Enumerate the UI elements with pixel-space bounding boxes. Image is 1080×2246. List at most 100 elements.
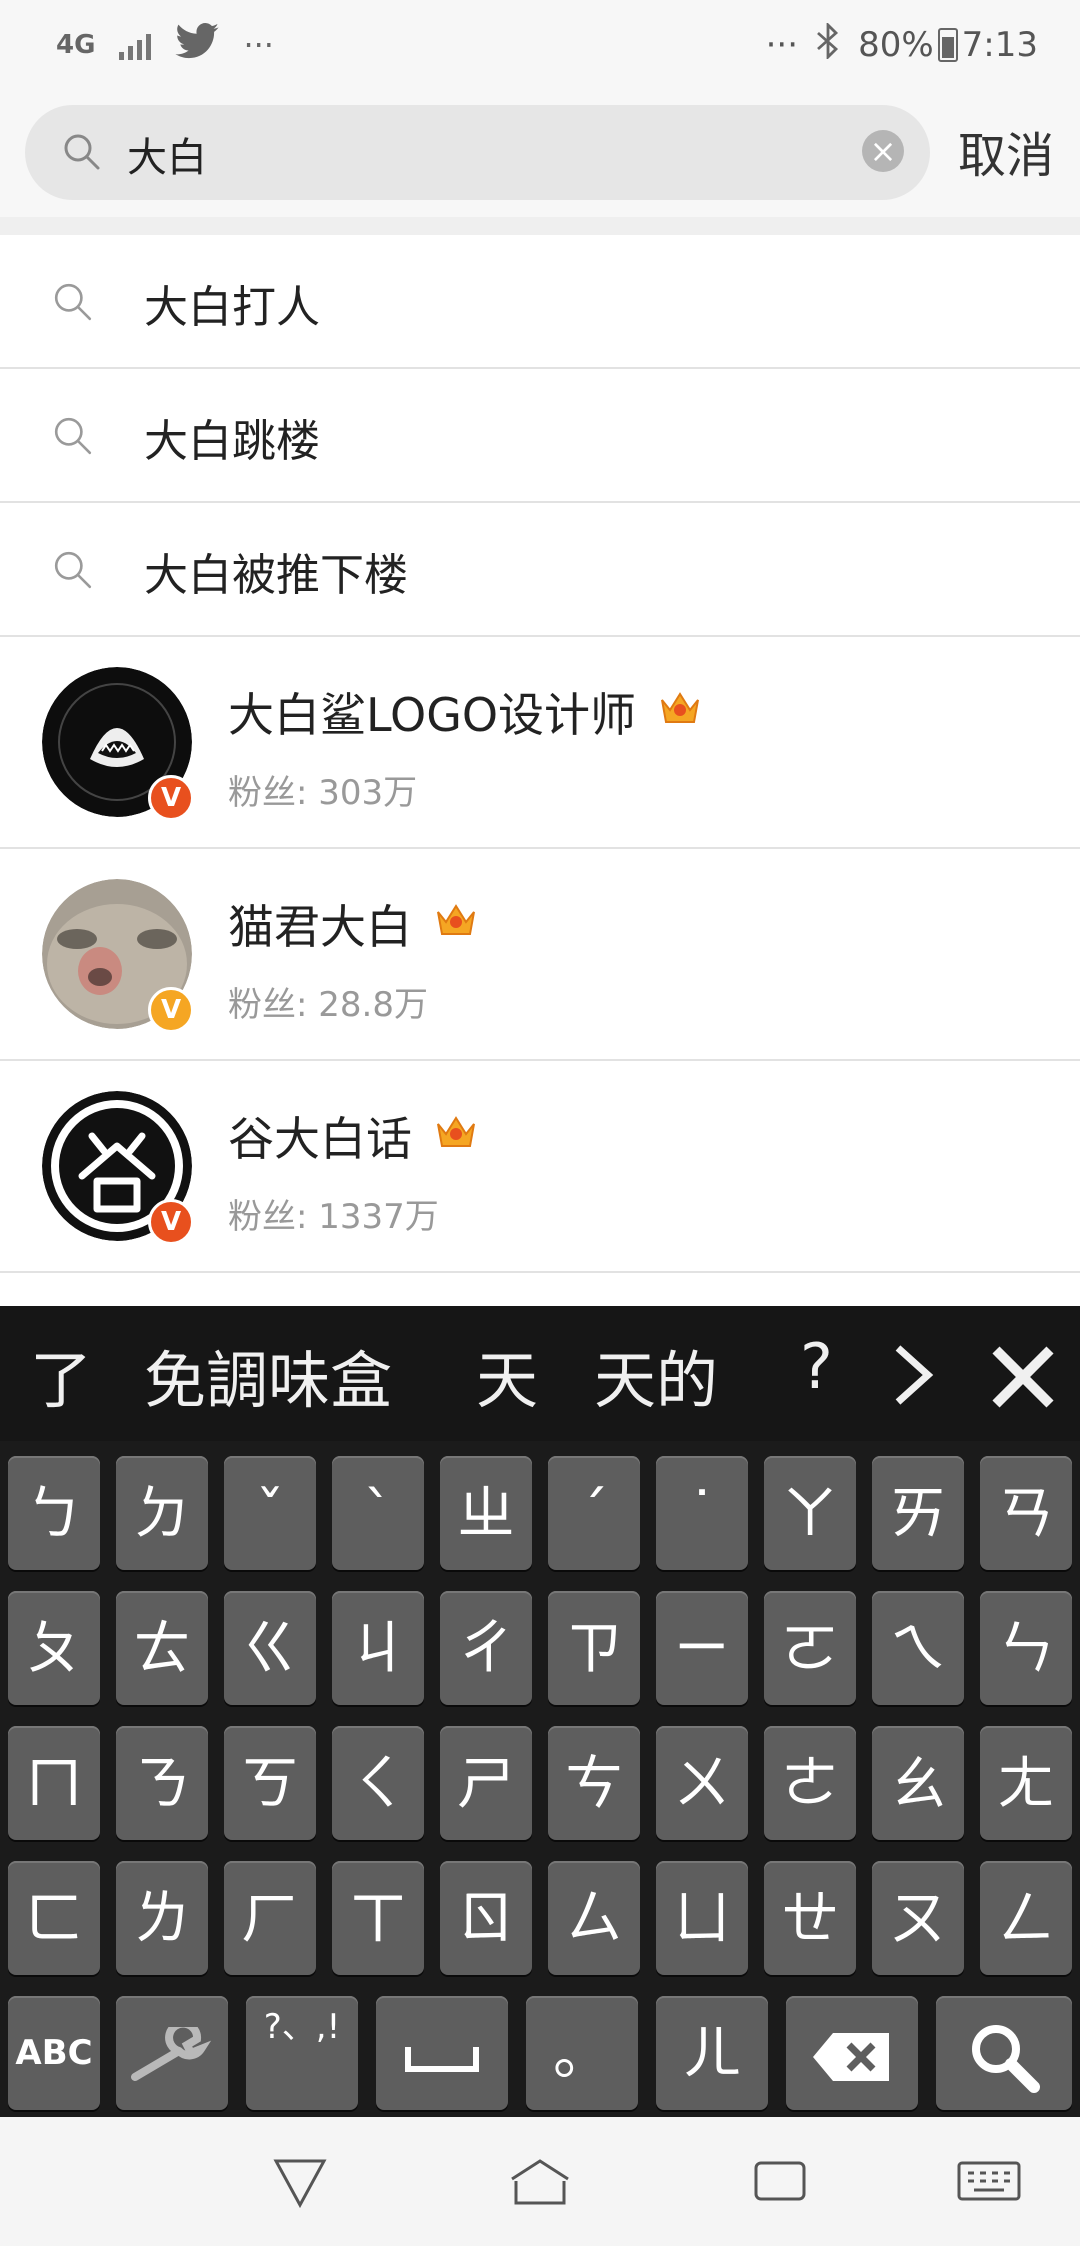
search-key-icon[interactable] (936, 1996, 1072, 2110)
key[interactable]: ㄛ (764, 1591, 856, 1705)
candidate-bar: 了 免調味盒 天 天的 ? (0, 1306, 1080, 1441)
key[interactable]: ㄈ (8, 1861, 100, 1975)
key[interactable]: ㄐ (332, 1591, 424, 1705)
home-icon[interactable] (508, 2157, 572, 2213)
crown-icon (658, 685, 702, 739)
candidate-word[interactable]: 天的 (594, 1330, 718, 1420)
cancel-button[interactable]: 取消 (958, 116, 1054, 186)
divider (0, 217, 1080, 235)
search-icon (52, 281, 94, 327)
key[interactable]: ㄥ (980, 1861, 1072, 1975)
key[interactable]: ㄆ (8, 1591, 100, 1705)
fans-count: 粉丝: 28.8万 (228, 985, 428, 1025)
key[interactable]: ㄧ (656, 1591, 748, 1705)
key[interactable]: ㄉ (116, 1456, 208, 1570)
key[interactable]: ㄒ (332, 1861, 424, 1975)
chevron-right-icon[interactable] (888, 1340, 938, 1414)
space-key[interactable] (376, 1996, 508, 2110)
key[interactable]: ㄦ (656, 1996, 768, 2110)
keyboard: 了 免調味盒 天 天的 ? ㄅ ㄉ ˇ ˋ ㄓ ˊ ˙ ㄚ ㄞ ㄢ ㄆ ㄊ ㄍ … (0, 1306, 1080, 2117)
suggestion-text: 大白被推下楼 (144, 550, 408, 601)
key[interactable]: ㄊ (116, 1591, 208, 1705)
key[interactable]: ㄇ (8, 1726, 100, 1840)
battery-percent: 80% (858, 25, 934, 65)
key[interactable]: ㄙ (548, 1861, 640, 1975)
clock: 7:13 (961, 25, 1038, 65)
key[interactable]: ㄘ (548, 1726, 640, 1840)
key[interactable]: ㄋ (116, 1726, 208, 1840)
key[interactable]: ㄗ (548, 1591, 640, 1705)
abc-key[interactable]: ABC (8, 1996, 100, 2110)
candidate-word[interactable]: 了 (30, 1330, 92, 1420)
suggestion-item[interactable]: 大白跳楼 (0, 369, 1080, 503)
user-name: 谷大白话 (228, 1112, 412, 1166)
results-list: 大白打人 大白跳楼 大白被推下楼 V 大白鲨LOGO设计师 粉丝: 303万 V… (0, 235, 1080, 1273)
status-bar: 4G ··· ··· 80% 7:13 (0, 0, 1080, 90)
key[interactable]: ㄢ (980, 1456, 1072, 1570)
key[interactable]: ㄣ (980, 1591, 1072, 1705)
key[interactable]: ㄚ (764, 1456, 856, 1570)
verified-badge-icon: V (148, 987, 194, 1033)
key[interactable]: ㄡ (872, 1861, 964, 1975)
key[interactable]: ˙ (656, 1456, 748, 1570)
search-input[interactable] (125, 115, 849, 192)
settings-wrench-icon[interactable] (116, 1996, 228, 2110)
search-header: × 取消 (0, 90, 1080, 217)
period-key[interactable]: 。 (526, 1996, 638, 2110)
crown-icon (434, 897, 478, 951)
search-bar[interactable]: × (25, 105, 930, 200)
key[interactable]: ㄕ (440, 1726, 532, 1840)
user-name: 大白鲨LOGO设计师 (228, 688, 637, 742)
key[interactable]: ㄑ (332, 1726, 424, 1840)
navigation-bar (0, 2117, 1080, 2246)
user-result[interactable]: V 谷大白话 粉丝: 1337万 (0, 1061, 1080, 1273)
key[interactable]: ㄩ (656, 1861, 748, 1975)
key[interactable]: ㄓ (440, 1456, 532, 1570)
suggestion-text: 大白打人 (144, 282, 320, 333)
candidate-word[interactable]: ? (800, 1330, 833, 1403)
keyboard-toggle-icon[interactable] (956, 2157, 1022, 2209)
key[interactable]: ㄖ (440, 1861, 532, 1975)
backspace-icon[interactable] (786, 1996, 918, 2110)
verified-badge-icon: V (148, 1199, 194, 1245)
key[interactable]: ㄏ (224, 1861, 316, 1975)
suggestion-item[interactable]: 大白被推下楼 (0, 503, 1080, 637)
key[interactable]: ㄠ (872, 1726, 964, 1840)
crown-icon (434, 1109, 478, 1163)
user-name: 猫君大白 (228, 900, 412, 954)
key[interactable]: ㄎ (224, 1726, 316, 1840)
more-notifications: ··· (243, 26, 274, 64)
key[interactable]: ㄟ (872, 1591, 964, 1705)
key[interactable]: ˋ (332, 1456, 424, 1570)
search-icon (52, 549, 94, 595)
key[interactable]: ㄔ (440, 1591, 532, 1705)
clear-search-button[interactable]: × (862, 130, 904, 172)
key[interactable]: ㄤ (980, 1726, 1072, 1840)
verified-badge-icon: V (148, 775, 194, 821)
back-icon[interactable] (272, 2157, 328, 2213)
key[interactable]: ˇ (224, 1456, 316, 1570)
suggestion-text: 大白跳楼 (144, 416, 320, 467)
user-result[interactable]: V 大白鲨LOGO设计师 粉丝: 303万 (0, 637, 1080, 849)
suggestion-item[interactable]: 大白打人 (0, 235, 1080, 369)
recent-apps-icon[interactable] (752, 2157, 808, 2209)
punctuation-key[interactable]: ?、,! (246, 1996, 358, 2110)
key[interactable]: ˊ (548, 1456, 640, 1570)
candidate-word[interactable]: 天 (476, 1330, 538, 1420)
fans-count: 粉丝: 303万 (228, 773, 418, 813)
key[interactable]: ㄅ (8, 1456, 100, 1570)
search-icon (62, 132, 102, 176)
key[interactable]: ㄝ (764, 1861, 856, 1975)
search-icon (52, 415, 94, 461)
candidate-word[interactable]: 免調味盒 (144, 1330, 392, 1420)
key[interactable]: ㄞ (872, 1456, 964, 1570)
close-keyboard-icon[interactable] (988, 1342, 1058, 1416)
bluetooth-icon (816, 21, 840, 68)
key[interactable]: ㄨ (656, 1726, 748, 1840)
key[interactable]: ㄌ (116, 1861, 208, 1975)
user-result[interactable]: V 猫君大白 粉丝: 28.8万 (0, 849, 1080, 1061)
network-type: 4G (56, 30, 96, 60)
more-status: ··· (765, 25, 799, 65)
key[interactable]: ㄜ (764, 1726, 856, 1840)
key[interactable]: ㄍ (224, 1591, 316, 1705)
